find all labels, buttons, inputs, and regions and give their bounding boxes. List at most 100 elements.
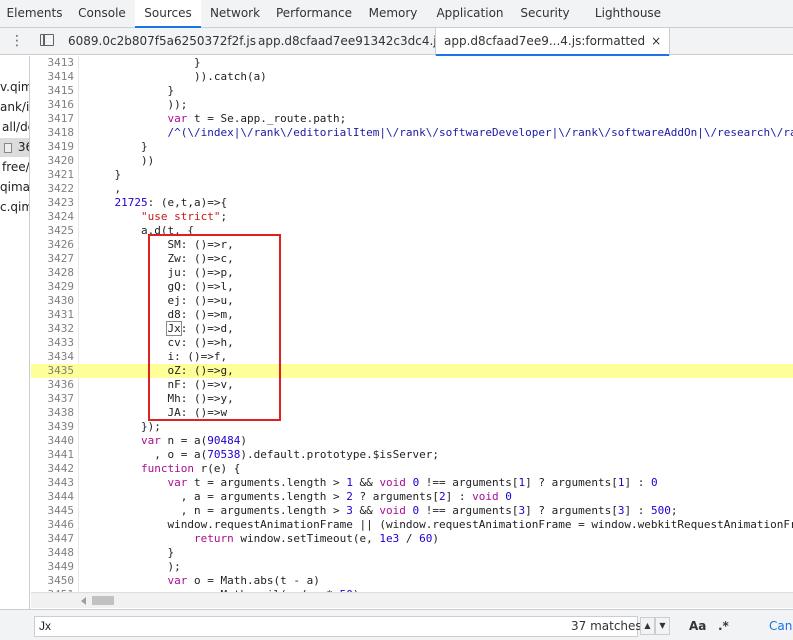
code-line[interactable]: 3413 } xyxy=(31,56,793,70)
code-line[interactable]: 3416 )); xyxy=(31,98,793,112)
line-number[interactable]: 3416 xyxy=(31,98,75,112)
more-options-icon[interactable]: ⋮ xyxy=(10,33,24,49)
line-number[interactable]: 3435 xyxy=(31,364,75,378)
code-line[interactable]: 3434 i: ()=>f, xyxy=(31,350,793,364)
line-number[interactable]: 3430 xyxy=(31,294,75,308)
scroll-left-icon[interactable] xyxy=(81,597,86,605)
tab-console[interactable]: Console xyxy=(69,0,135,27)
code-editor[interactable]: 3413 } 3414 )).catch(a) 3415 } 3416 )); 3417… xyxy=(31,56,793,592)
line-number[interactable]: 3419 xyxy=(31,140,75,154)
line-number[interactable]: 3450 xyxy=(31,574,75,588)
line-number[interactable]: 3415 xyxy=(31,84,75,98)
line-number[interactable]: 3417 xyxy=(31,112,75,126)
navigator-item-selected[interactable]: 36 xyxy=(0,138,29,157)
line-number[interactable]: 3428 xyxy=(31,266,75,280)
code-line[interactable]: 3423 21725: (e,t,a)=>{ xyxy=(31,196,793,210)
navigator-item[interactable]: c.qim xyxy=(0,198,29,217)
line-number[interactable]: 3449 xyxy=(31,560,75,574)
horizontal-scrollbar[interactable] xyxy=(78,592,793,608)
line-number[interactable]: 3426 xyxy=(31,238,75,252)
close-icon[interactable]: × xyxy=(651,28,661,55)
code-line[interactable]: 3449 ); xyxy=(31,560,793,574)
scroll-thumb[interactable] xyxy=(92,596,114,605)
code-line[interactable]: 3420 )) xyxy=(31,154,793,168)
search-input[interactable]: Jx xyxy=(34,616,638,637)
tab-security[interactable]: Security xyxy=(513,0,577,27)
code-line[interactable]: 3450 var o = Math.abs(t - a) xyxy=(31,574,793,588)
line-number[interactable]: 3414 xyxy=(31,70,75,84)
line-number[interactable]: 3429 xyxy=(31,280,75,294)
line-number[interactable]: 3439 xyxy=(31,420,75,434)
next-match-button[interactable]: ▼ xyxy=(655,617,670,635)
tab-sources[interactable]: Sources xyxy=(135,0,201,28)
regex-button[interactable]: .* xyxy=(718,619,729,633)
tab-application[interactable]: Application xyxy=(427,0,513,27)
tab-lighthouse[interactable]: Lighthouse xyxy=(583,0,673,27)
line-number[interactable]: 3437 xyxy=(31,392,75,406)
tab-performance[interactable]: Performance xyxy=(269,0,359,27)
navigator-item[interactable]: free/r xyxy=(2,158,29,177)
code-line[interactable]: 3439 }); xyxy=(31,420,793,434)
code-line[interactable]: 3429 gQ: ()=>l, xyxy=(31,280,793,294)
code-line[interactable]: 3435 oZ: ()=>g, xyxy=(31,364,793,378)
line-number[interactable]: 3434 xyxy=(31,350,75,364)
code-line[interactable]: 3432 Jx: ()=>d, xyxy=(31,321,793,336)
line-number[interactable]: 3431 xyxy=(31,308,75,322)
line-number[interactable]: 3438 xyxy=(31,406,75,420)
code-line[interactable]: 3447 return window.setTimeout(e, 1e3 / 6… xyxy=(31,532,793,546)
line-number[interactable]: 3447 xyxy=(31,532,75,546)
navigator-item[interactable]: ank/inc xyxy=(0,98,29,117)
line-number[interactable]: 3445 xyxy=(31,504,75,518)
file-tab-app[interactable]: app.d8cfaad7ee91342c3dc4.js xyxy=(258,28,443,55)
navigator-item[interactable]: v.qima xyxy=(0,78,29,97)
line-number[interactable]: 3425 xyxy=(31,224,75,238)
code-line[interactable]: 3418 /^(\/index|\/rank\/editorialItem|\/… xyxy=(31,126,793,140)
line-number[interactable]: 3442 xyxy=(31,462,75,476)
toggle-navigator-icon[interactable] xyxy=(40,34,54,46)
code-line[interactable]: 3433 cv: ()=>h, xyxy=(31,336,793,350)
match-case-button[interactable]: Aa xyxy=(689,619,706,633)
code-line[interactable]: 3419 } xyxy=(31,140,793,154)
line-number[interactable]: 3444 xyxy=(31,490,75,504)
code-line[interactable]: 3427 Zw: ()=>c, xyxy=(31,252,793,266)
code-line[interactable]: 3445 , n = arguments.length > 3 && void … xyxy=(31,504,793,518)
line-number[interactable]: 3422 xyxy=(31,182,75,196)
line-number[interactable]: 3448 xyxy=(31,546,75,560)
code-line[interactable]: 3414 )).catch(a) xyxy=(31,70,793,84)
code-line[interactable]: 3415 } xyxy=(31,84,793,98)
line-number[interactable]: 3427 xyxy=(31,252,75,266)
line-number[interactable]: 3423 xyxy=(31,196,75,210)
file-tab-6089[interactable]: 6089.0c2b807f5a6250372f2f.js xyxy=(68,28,256,55)
tab-memory[interactable]: Memory xyxy=(359,0,427,27)
previous-match-button[interactable]: ▲ xyxy=(640,617,655,635)
line-number[interactable]: 3441 xyxy=(31,448,75,462)
line-number[interactable]: 3440 xyxy=(31,434,75,448)
line-number[interactable]: 3424 xyxy=(31,210,75,224)
code-line[interactable]: 3431 d8: ()=>m, xyxy=(31,308,793,322)
code-line[interactable]: 3430 ej: ()=>u, xyxy=(31,294,793,308)
code-line[interactable]: 3421 } xyxy=(31,168,793,182)
tab-elements[interactable]: Elements xyxy=(0,0,69,27)
code-line[interactable]: 3422 , xyxy=(31,182,793,196)
line-number[interactable]: 3413 xyxy=(31,56,75,70)
line-number[interactable]: 3443 xyxy=(31,476,75,490)
code-line[interactable]: 3446 window.requestAnimationFrame || (wi… xyxy=(31,518,793,532)
code-line[interactable]: 3444 , a = arguments.length > 2 ? argume… xyxy=(31,490,793,504)
line-number[interactable]: 3433 xyxy=(31,336,75,350)
code-line[interactable]: 3436 nF: ()=>v, xyxy=(31,378,793,392)
code-line[interactable]: 3428 ju: ()=>p, xyxy=(31,266,793,280)
line-number[interactable]: 3436 xyxy=(31,378,75,392)
code-line[interactable]: 3417 var t = Se.app._route.path; xyxy=(31,112,793,126)
line-number[interactable]: 3418 xyxy=(31,126,75,140)
file-tab-app-formatted[interactable]: app.d8cfaad7ee9...4.js:formatted × xyxy=(435,28,671,56)
navigator-item[interactable]: all/de xyxy=(2,118,29,137)
line-number[interactable]: 3420 xyxy=(31,154,75,168)
code-line[interactable]: 3443 var t = arguments.length > 1 && voi… xyxy=(31,476,793,490)
code-line[interactable]: 3425 a.d(t, { xyxy=(31,224,793,238)
code-line[interactable]: 3448 } xyxy=(31,546,793,560)
code-line[interactable]: 3440 var n = a(90484) xyxy=(31,434,793,448)
code-line[interactable]: 3424 "use strict"; xyxy=(31,210,793,224)
navigator-item[interactable]: qimai. xyxy=(0,178,29,197)
cancel-button[interactable]: Cancel xyxy=(769,619,793,633)
code-line[interactable]: 3441 , o = a(70538).default.prototype.$i… xyxy=(31,448,793,462)
